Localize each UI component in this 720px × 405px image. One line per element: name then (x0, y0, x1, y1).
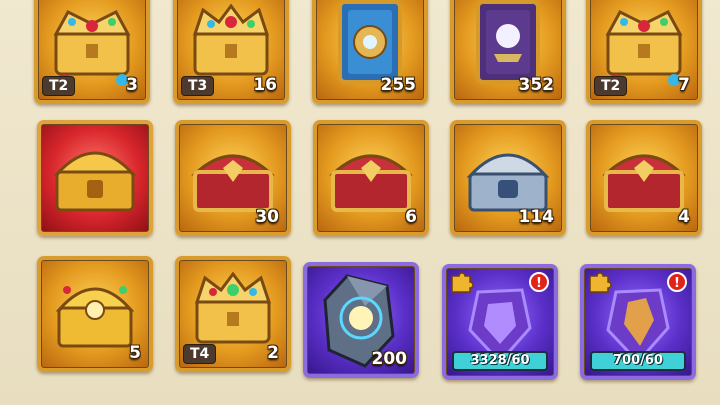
puzzle-piece-icon (589, 272, 612, 293)
inventory-slot[interactable]: 255 (312, 0, 428, 104)
inventory-slot[interactable]: 200 (303, 262, 419, 378)
item-count: 3 (126, 75, 138, 95)
progress-text: 3328/60 (470, 353, 530, 368)
alert-badge: ! (667, 272, 687, 292)
item-count: 255 (380, 75, 417, 95)
inventory-slot[interactable]: 5 (37, 256, 153, 372)
inventory-slot[interactable]: 30 (175, 120, 291, 236)
tier-badge: T2 (594, 76, 628, 96)
tier-badge: T4 (183, 344, 217, 364)
progress-text: 700/60 (613, 353, 663, 368)
item-count: 2 (267, 343, 279, 363)
inventory-slot[interactable]: T4 2 (175, 256, 291, 372)
golden-chest-icon (53, 151, 137, 212)
shard-progress-bar: 700/60 (590, 351, 686, 371)
puzzle-piece-icon (451, 272, 474, 293)
inventory-slot[interactable]: 352 (450, 0, 566, 104)
shard-progress-bar: 3328/60 (452, 351, 548, 371)
inventory-slot[interactable]: 114 (450, 120, 566, 236)
inventory-slot[interactable]: 6 (313, 120, 429, 236)
inventory-slot[interactable] (37, 120, 153, 236)
inventory-slot[interactable]: 4 (586, 120, 702, 236)
item-count: 7 (678, 75, 690, 95)
item-count: 352 (518, 75, 555, 95)
inventory-slot[interactable]: T2 7 (586, 0, 702, 104)
inventory-slot[interactable]: ! 3328/60 (442, 264, 558, 380)
item-count: 16 (253, 75, 277, 95)
item-count: 5 (129, 343, 141, 363)
item-count: 114 (518, 207, 555, 227)
inventory-slot[interactable]: ! 700/60 (580, 264, 696, 380)
item-count: 6 (405, 207, 417, 227)
tier-badge: T3 (181, 76, 215, 96)
item-count: 200 (371, 349, 408, 369)
item-count: 4 (678, 207, 690, 227)
inventory-slot[interactable]: T2 3 (34, 0, 150, 104)
alert-badge: ! (529, 272, 549, 292)
tier-badge: T2 (42, 76, 76, 96)
item-count: 30 (255, 207, 279, 227)
inventory-slot[interactable]: T3 16 (173, 0, 289, 104)
